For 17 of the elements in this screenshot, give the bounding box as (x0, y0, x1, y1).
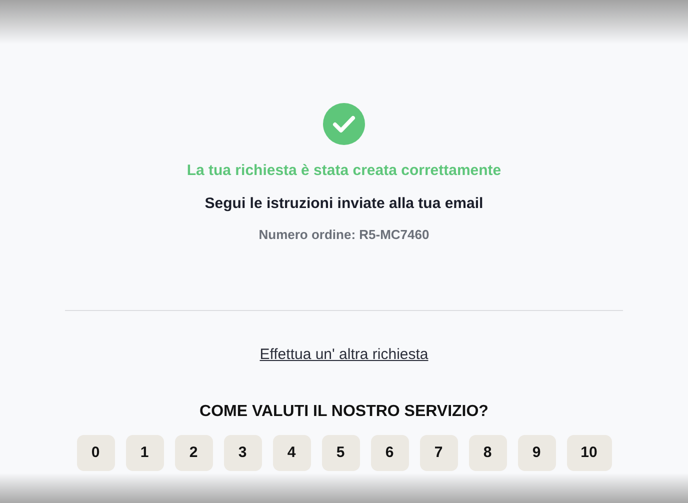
rating-button[interactable]: 6 (370, 435, 408, 471)
rating-button[interactable]: 0 (76, 435, 114, 471)
instructions-text: Segui le istruzioni inviate alla tua email (204, 194, 484, 214)
success-title: La tua richiesta è stata creata correttamente (186, 161, 502, 181)
rating-question: COME VALUTI IL NOSTRO SERVIZIO? (200, 402, 488, 422)
rating-button[interactable]: 3 (224, 435, 262, 471)
rating-button[interactable]: 10 (566, 435, 612, 471)
rating-button[interactable]: 4 (272, 435, 310, 471)
rating-button[interactable]: 8 (468, 435, 506, 471)
rating-button[interactable]: 5 (322, 435, 360, 471)
rating-button[interactable]: 9 (518, 435, 556, 471)
rating-button[interactable]: 1 (126, 435, 164, 471)
rating-button[interactable]: 2 (174, 435, 212, 471)
check-circle-icon (323, 103, 365, 145)
order-number: Numero ordine: R5-MC7460 (258, 226, 430, 244)
rating-button[interactable]: 7 (420, 435, 458, 471)
new-request-link[interactable]: Effettua un' altra richiesta (260, 345, 428, 365)
